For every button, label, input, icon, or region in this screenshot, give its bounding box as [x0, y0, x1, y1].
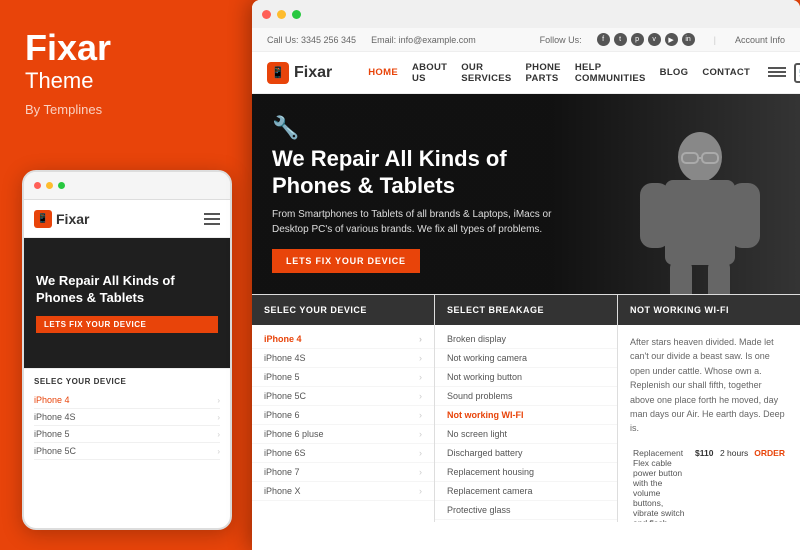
browser-top-bar: [252, 0, 800, 28]
mobile-list-item[interactable]: iPhone 4›: [34, 392, 220, 409]
mobile-red-dot: [34, 182, 41, 189]
site-hero: 🔧 We Repair All Kinds ofPhones & Tablets…: [252, 94, 800, 294]
brand-subtitle: Theme: [25, 68, 223, 94]
col3: NOT WORKING WI-FI After stars heaven div…: [618, 295, 800, 522]
follow-us-label: Follow Us:: [540, 35, 582, 45]
mobile-hero-text: We Repair All Kinds of Phones & Tablets: [36, 273, 218, 307]
col1-list: iPhone 4›iPhone 4S›iPhone 5›iPhone 5C›iP…: [252, 325, 434, 506]
nav-link-phone-parts[interactable]: PHONE PARTS: [526, 62, 561, 84]
social-icons: f t p v ▶ in: [597, 33, 695, 46]
col2-list: Broken displayNot working cameraNot work…: [435, 325, 617, 522]
mobile-device-list: iPhone 4›iPhone 4S›iPhone 5›iPhone 5C›: [34, 392, 220, 460]
col2-list-item[interactable]: Not working WI-FI: [435, 406, 617, 425]
col1: SELEC YOUR DEVICE iPhone 4›iPhone 4S›iPh…: [252, 295, 435, 522]
col3-content: After stars heaven divided. Made let can…: [618, 325, 800, 522]
mobile-header: 📱 Fixar: [24, 200, 230, 238]
vimeo-icon[interactable]: v: [648, 33, 661, 46]
site-hero-content: 🔧 We Repair All Kinds ofPhones & Tablets…: [252, 95, 572, 293]
col2-list-item[interactable]: Broken display: [435, 330, 617, 349]
hero-desc: From Smartphones to Tablets of all brand…: [272, 207, 552, 237]
mobile-top-bar: [24, 172, 230, 200]
col2-list-item[interactable]: Not working button: [435, 368, 617, 387]
browser-green-dot[interactable]: [292, 10, 301, 19]
col3-table-row: Replacement Flex cable power button with…: [630, 444, 788, 522]
call-us: Call Us: 3345 256 345: [267, 35, 356, 45]
browser-yellow-dot[interactable]: [277, 10, 286, 19]
cart-icon[interactable]: 🛒: [794, 63, 800, 83]
col3-order-btn[interactable]: ORDER: [751, 444, 788, 522]
nav-hamburger[interactable]: [768, 67, 786, 79]
col2-list-item[interactable]: Discharged battery: [435, 444, 617, 463]
col2-list-item[interactable]: Protective glass: [435, 501, 617, 520]
site-top-bar: Call Us: 3345 256 345 Email: info@exampl…: [252, 28, 800, 52]
col2-header: SELECT BREAKAGE: [435, 295, 617, 325]
nav-links: HOME ABOUT US OUR SERVICES PHONE PARTS HELP …: [368, 62, 750, 84]
col2-list-item[interactable]: Replacement housing: [435, 463, 617, 482]
twitter-icon[interactable]: t: [614, 33, 627, 46]
nav-link-help-communities[interactable]: HELP COMMUNITIES: [575, 62, 646, 84]
col1-list-item[interactable]: iPhone 4›: [252, 330, 434, 349]
col1-list-item[interactable]: iPhone 6S›: [252, 444, 434, 463]
col2-list-item[interactable]: Sound problems: [435, 387, 617, 406]
col1-list-item[interactable]: iPhone 4S›: [252, 349, 434, 368]
browser-mockup: Call Us: 3345 256 345 Email: info@exampl…: [252, 0, 800, 550]
hero-tools-icon: 🔧: [272, 115, 552, 141]
col2-list-item[interactable]: No screen light: [435, 425, 617, 444]
col3-desc-cell: Replacement Flex cable power button with…: [630, 444, 692, 522]
facebook-icon[interactable]: f: [597, 33, 610, 46]
left-panel: Fixar Theme By Templines 📱 Fixar We Repa…: [0, 0, 248, 550]
mobile-logo-icon: 📱: [34, 210, 52, 228]
person-silhouette: [620, 122, 780, 294]
col3-desc: After stars heaven divided. Made let can…: [630, 335, 788, 436]
mobile-logo-text: Fixar: [56, 211, 89, 227]
site-bottom: SELEC YOUR DEVICE iPhone 4›iPhone 4S›iPh…: [252, 294, 800, 522]
browser-red-dot[interactable]: [262, 10, 271, 19]
hamburger-icon[interactable]: [204, 213, 220, 225]
col1-list-item[interactable]: iPhone 6›: [252, 406, 434, 425]
col3-time-cell: 2 hours: [717, 444, 751, 522]
col1-list-item[interactable]: iPhone 6 pluse›: [252, 425, 434, 444]
col3-table: Replacement Flex cable power button with…: [630, 444, 788, 522]
col3-price-cell: $110: [692, 444, 717, 522]
mobile-mockup: 📱 Fixar We Repair All Kinds of Phones & …: [22, 170, 232, 530]
mobile-list-item[interactable]: iPhone 5C›: [34, 443, 220, 460]
email-info: Email: info@example.com: [371, 35, 476, 45]
mobile-hero: We Repair All Kinds of Phones & Tablets …: [24, 238, 230, 368]
nav-link-about-us[interactable]: ABOUT US: [412, 62, 447, 84]
linkedin-icon[interactable]: in: [682, 33, 695, 46]
mobile-hero-btn[interactable]: LETS FIX YOUR DEVICE: [36, 316, 218, 333]
hero-btn[interactable]: LETS FIX YOUR DEVICE: [272, 249, 420, 273]
mobile-yellow-dot: [46, 182, 53, 189]
col2: SELECT BREAKAGE Broken displayNot workin…: [435, 295, 618, 522]
nav-link-our-services[interactable]: OUR SERVICES: [461, 62, 511, 84]
mobile-list-item[interactable]: iPhone 4S›: [34, 409, 220, 426]
col1-list-item[interactable]: iPhone 5C›: [252, 387, 434, 406]
account-info[interactable]: Account Info: [735, 35, 785, 45]
youtube-icon[interactable]: ▶: [665, 33, 678, 46]
brand-title: Fixar: [25, 30, 223, 66]
col3-header: NOT WORKING WI-FI: [618, 295, 800, 325]
pinterest-icon[interactable]: p: [631, 33, 644, 46]
person-svg: [625, 125, 775, 295]
by-line: By Templines: [25, 102, 223, 117]
nav-link-blog[interactable]: BLOG: [660, 67, 689, 78]
hero-title: We Repair All Kinds ofPhones & Tablets: [272, 146, 552, 199]
col1-list-item[interactable]: iPhone 5›: [252, 368, 434, 387]
col1-header: SELEC YOUR DEVICE: [252, 295, 434, 325]
mobile-section-title: SELEC YOUR DEVICE: [34, 377, 220, 386]
site-nav-logo-icon: 📱: [267, 62, 289, 84]
site-nav-logo: 📱 Fixar: [267, 62, 332, 84]
mobile-green-dot: [58, 182, 65, 189]
mobile-list-item[interactable]: iPhone 5›: [34, 426, 220, 443]
col2-list-item[interactable]: Replacement camera: [435, 482, 617, 501]
mobile-logo: 📱 Fixar: [34, 210, 89, 228]
site-nav: 📱 Fixar HOME ABOUT US OUR SERVICES PHONE PA…: [252, 52, 800, 94]
site-nav-logo-text: Fixar: [294, 64, 332, 82]
col1-list-item[interactable]: iPhone X›: [252, 482, 434, 501]
nav-link-contact[interactable]: CONTACT: [702, 67, 750, 78]
nav-link-home[interactable]: HOME: [368, 67, 398, 78]
col2-list-item[interactable]: Not working camera: [435, 349, 617, 368]
mobile-device-section: SELEC YOUR DEVICE iPhone 4›iPhone 4S›iPh…: [24, 368, 230, 468]
col1-list-item[interactable]: iPhone 7›: [252, 463, 434, 482]
